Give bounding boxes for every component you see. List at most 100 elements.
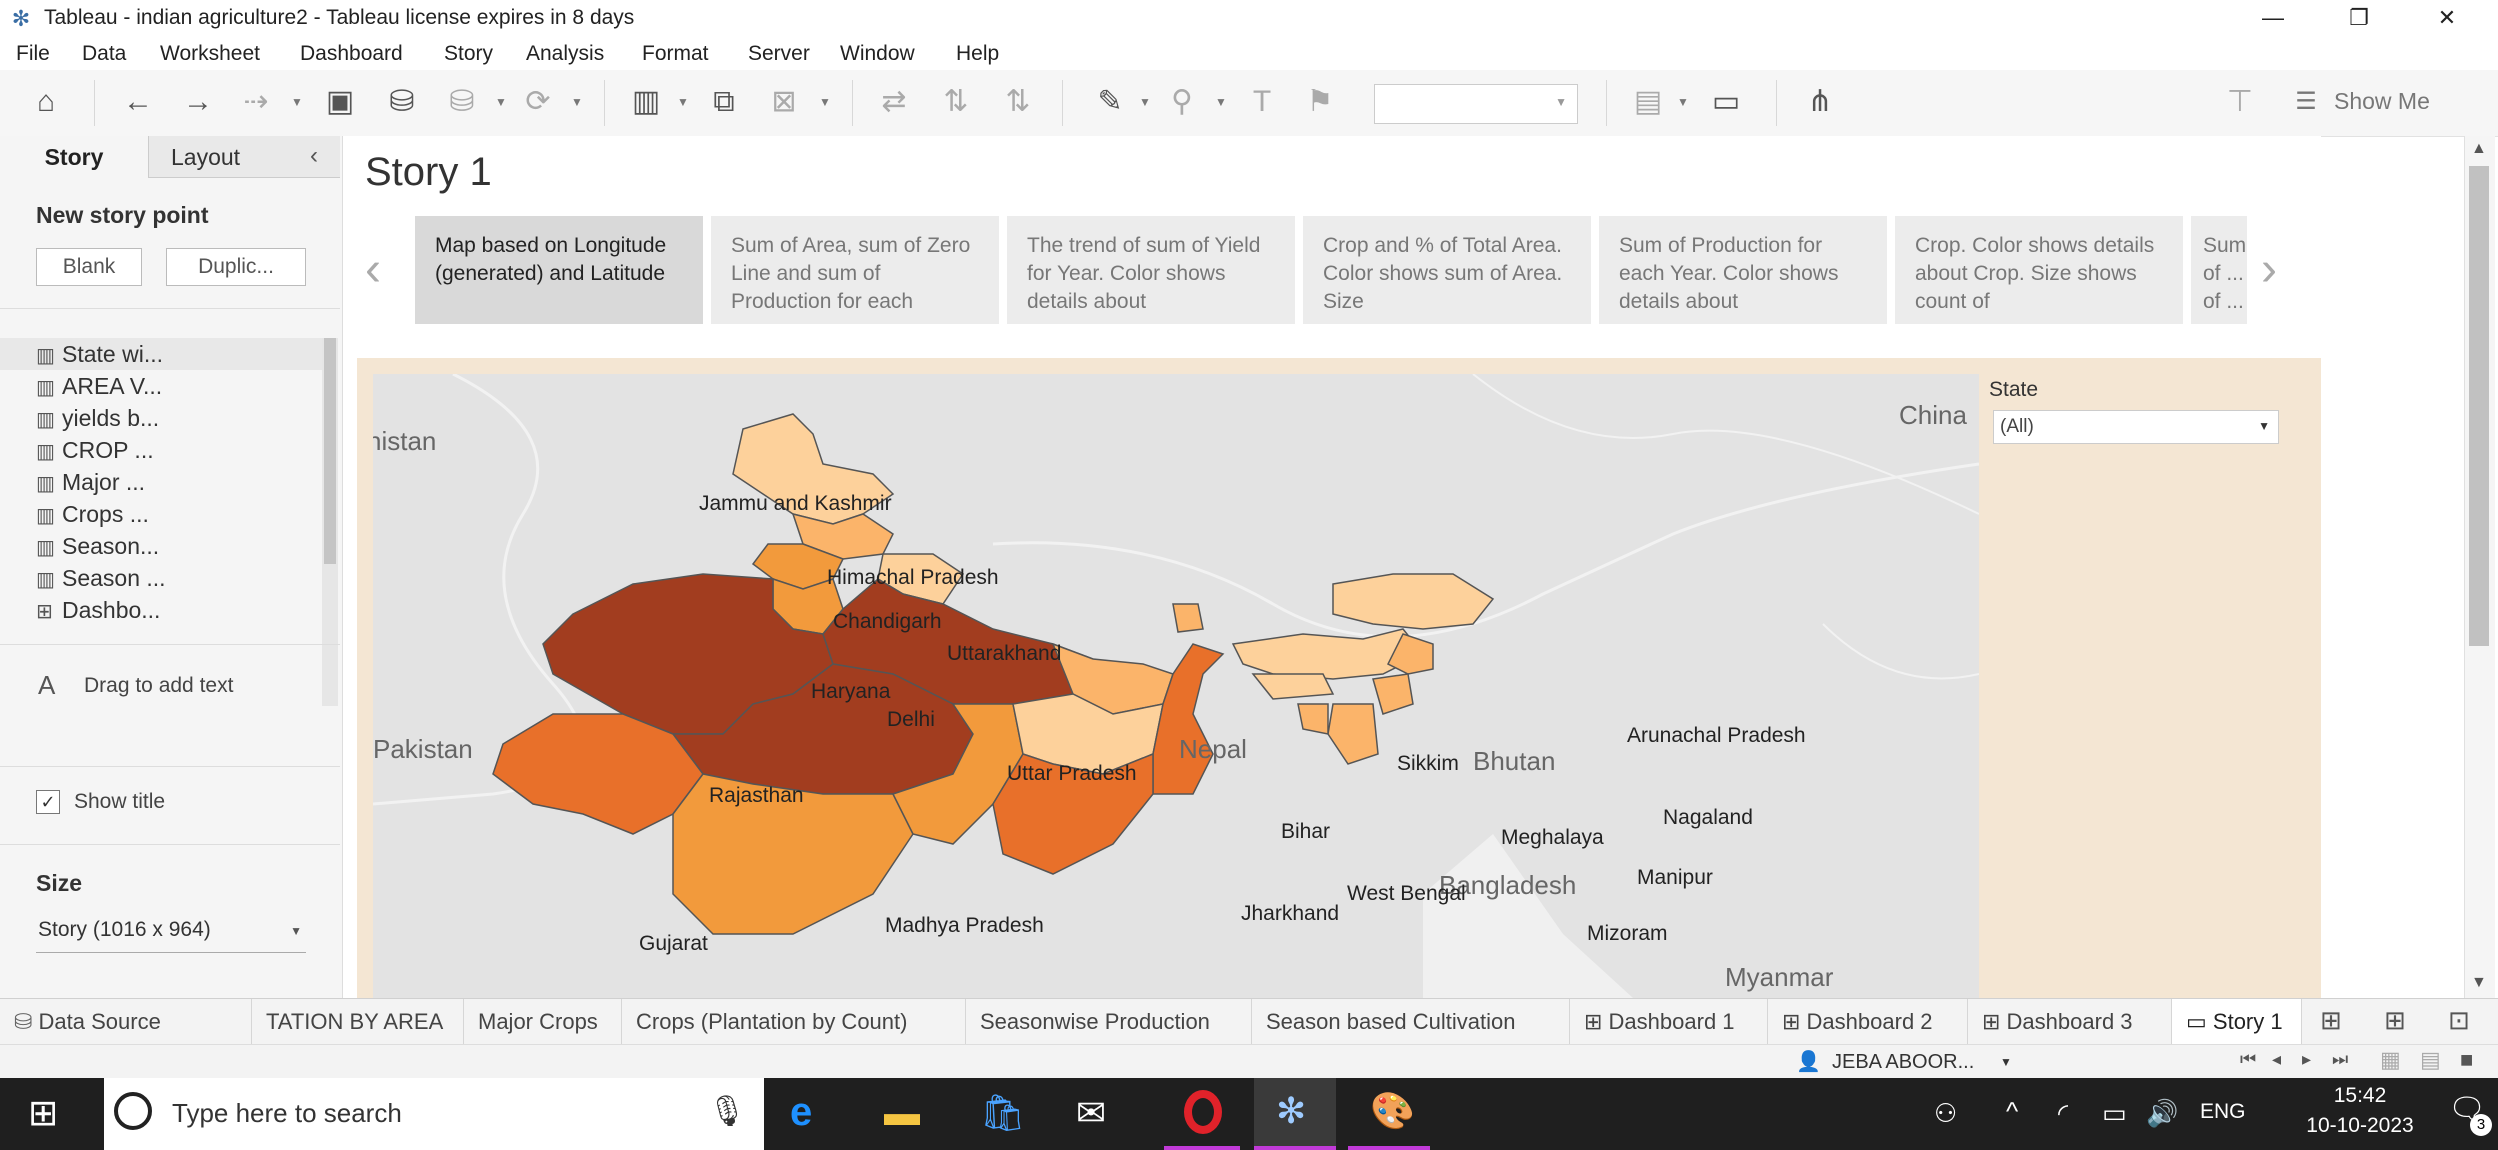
- microphone-icon[interactable]: 🎙: [708, 1094, 746, 1129]
- size-select[interactable]: Story (1016 x 964) ▼: [36, 912, 306, 953]
- save-icon[interactable]: ▣: [320, 82, 360, 122]
- duplicate-sheet-icon[interactable]: ⧉: [704, 82, 744, 122]
- show-title-checkbox[interactable]: ✓: [36, 790, 60, 814]
- scroll-up-icon[interactable]: ▲: [2471, 140, 2487, 158]
- swap-rows-columns-icon[interactable]: ⇄: [874, 82, 914, 122]
- tab-dashboard-2[interactable]: ⊞ Dashboard 2: [1768, 999, 1968, 1045]
- chevron-down-icon[interactable]: ▼: [2000, 1055, 2012, 1069]
- opera-taskbar-button[interactable]: [1164, 1078, 1240, 1150]
- blank-button[interactable]: Blank: [36, 248, 142, 286]
- user-name[interactable]: JEBA ABOOR...: [1832, 1051, 1974, 1074]
- highlight-icon[interactable]: ✎: [1090, 82, 1130, 122]
- language-indicator[interactable]: ENG: [2200, 1100, 2246, 1124]
- sheet-item[interactable]: ▥ AREA V...: [36, 370, 162, 402]
- menu-file[interactable]: File: [16, 42, 50, 66]
- sort-descending-icon[interactable]: ⇅: [998, 82, 1038, 122]
- show-cards-icon[interactable]: ▤: [1628, 82, 1668, 122]
- menu-help[interactable]: Help: [956, 42, 999, 66]
- previous-story-point-icon[interactable]: ‹: [365, 242, 381, 297]
- tab-major-crops[interactable]: Major Crops: [464, 999, 622, 1045]
- story-point-4[interactable]: Crop and % of Total Area. Color shows su…: [1303, 216, 1591, 324]
- group-members-icon[interactable]: ⚲: [1162, 82, 1202, 122]
- story-point-7[interactable]: Sum of ... of ...: [2191, 216, 2247, 324]
- tab-story-1[interactable]: ▭ Story 1: [2172, 999, 2302, 1045]
- next-sheet-icon[interactable]: ▸: [2302, 1049, 2311, 1070]
- windows-start-icon[interactable]: ⊞: [28, 1092, 58, 1134]
- first-sheet-icon[interactable]: ⏮: [2240, 1049, 2256, 1070]
- menu-window[interactable]: Window: [840, 42, 915, 66]
- presentation-mode-icon[interactable]: ▭: [1706, 82, 1746, 122]
- undo-icon[interactable]: ←: [118, 82, 158, 122]
- tab-dashboard-3[interactable]: ⊞ Dashboard 3: [1968, 999, 2172, 1045]
- new-dashboard-icon[interactable]: ⊞: [2384, 1005, 2406, 1036]
- pin-axes-icon[interactable]: ⚑: [1300, 82, 1340, 122]
- sheet-item[interactable]: ▥ CROP ...: [36, 434, 154, 466]
- menu-story[interactable]: Story: [444, 42, 493, 66]
- refresh-icon[interactable]: ⟳: [518, 82, 558, 122]
- menu-format[interactable]: Format: [642, 42, 709, 66]
- tab-story[interactable]: Story: [0, 136, 148, 178]
- story-point-2[interactable]: Sum of Area, sum of Zero Line and sum of…: [711, 216, 999, 324]
- wifi-icon[interactable]: ◜: [2058, 1098, 2068, 1129]
- minimize-icon[interactable]: —: [2238, 0, 2308, 36]
- show-me-label[interactable]: Show Me: [2334, 88, 2430, 115]
- sheet-item[interactable]: ▥ yields b...: [36, 402, 159, 434]
- sort-ascending-icon[interactable]: ⇅: [936, 82, 976, 122]
- fit-select[interactable]: ▼: [1374, 84, 1578, 124]
- scrollbar-thumb[interactable]: [324, 338, 336, 564]
- edge-icon[interactable]: e: [790, 1090, 812, 1135]
- vertical-scrollbar[interactable]: ▲ ▼: [2464, 136, 2495, 998]
- taskbar-search-box[interactable]: Type here to search 🎙: [104, 1078, 764, 1150]
- signpost-icon[interactable]: ⊤: [2220, 82, 2260, 122]
- restore-icon[interactable]: ❐: [2324, 0, 2394, 36]
- sheet-item[interactable]: ▥ Crops ...: [36, 498, 149, 530]
- chevron-down-icon[interactable]: ▼: [1676, 82, 1690, 122]
- replay-icon[interactable]: ⇢: [236, 82, 276, 122]
- collapse-panel-icon[interactable]: ‹: [310, 142, 318, 170]
- state-filter-select[interactable]: (All) ▼: [1993, 410, 2279, 444]
- menu-data[interactable]: Data: [82, 42, 126, 66]
- redo-icon[interactable]: →: [178, 82, 218, 122]
- show-tabs-icon[interactable]: ▤: [2420, 1047, 2441, 1073]
- sheet-list-scrollbar[interactable]: [322, 338, 338, 706]
- sheet-item[interactable]: ▥ State wi...: [36, 338, 163, 370]
- sheet-item[interactable]: ▥ Season...: [36, 530, 159, 562]
- tab-season-based-cultivation[interactable]: Season based Cultivation: [1252, 999, 1570, 1045]
- file-explorer-icon[interactable]: ▬: [884, 1092, 920, 1134]
- volume-icon[interactable]: 🔊: [2146, 1098, 2178, 1129]
- tableau-taskbar-button[interactable]: ✻: [1254, 1078, 1336, 1150]
- chevron-down-icon[interactable]: ▼: [290, 82, 304, 122]
- menu-dashboard[interactable]: Dashboard: [300, 42, 403, 66]
- story-point-1[interactable]: Map based on Longitude (generated) and L…: [415, 216, 703, 324]
- mail-icon[interactable]: ✉: [1076, 1092, 1106, 1134]
- close-icon[interactable]: ✕: [2412, 0, 2482, 36]
- paint-taskbar-button[interactable]: 🎨: [1348, 1078, 1430, 1150]
- drag-to-add-text[interactable]: Drag to add text: [84, 674, 233, 698]
- clock-date[interactable]: 10-10-2023: [2290, 1114, 2430, 1138]
- show-mark-labels-icon[interactable]: T: [1242, 82, 1282, 122]
- chevron-down-icon[interactable]: ▼: [1138, 82, 1152, 122]
- show-me-icon[interactable]: ☰: [2286, 82, 2326, 122]
- story-point-5[interactable]: Sum of Production for each Year. Color s…: [1599, 216, 1887, 324]
- next-story-point-icon[interactable]: ›: [2261, 242, 2277, 297]
- store-icon[interactable]: 🛍: [980, 1092, 1026, 1134]
- home-icon[interactable]: ⌂: [26, 82, 66, 122]
- new-story-icon[interactable]: ⊡: [2448, 1005, 2470, 1036]
- tab-seasonwise-production[interactable]: Seasonwise Production: [966, 999, 1252, 1045]
- pause-updates-icon[interactable]: ⛁: [442, 82, 482, 122]
- scroll-down-icon[interactable]: ▼: [2471, 974, 2487, 992]
- chevron-down-icon[interactable]: ▼: [818, 82, 832, 122]
- clear-sheet-icon[interactable]: ⊠: [764, 82, 804, 122]
- new-worksheet-icon[interactable]: ▥: [626, 82, 666, 122]
- menu-server[interactable]: Server: [748, 42, 810, 66]
- people-icon[interactable]: ⚇: [1934, 1098, 1957, 1129]
- tab-dashboard-1[interactable]: ⊞ Dashboard 1: [1570, 999, 1768, 1045]
- chevron-down-icon[interactable]: ▼: [676, 82, 690, 122]
- clock-time[interactable]: 15:42: [2300, 1084, 2420, 1108]
- new-worksheet-icon[interactable]: ⊞: [2320, 1005, 2342, 1036]
- show-sheet-sorter-icon[interactable]: ■: [2460, 1047, 2473, 1073]
- last-sheet-icon[interactable]: ⏭: [2332, 1049, 2348, 1070]
- chevron-down-icon[interactable]: ▼: [494, 82, 508, 122]
- menu-analysis[interactable]: Analysis: [526, 42, 604, 66]
- sheet-item[interactable]: ▥ Season ...: [36, 562, 166, 594]
